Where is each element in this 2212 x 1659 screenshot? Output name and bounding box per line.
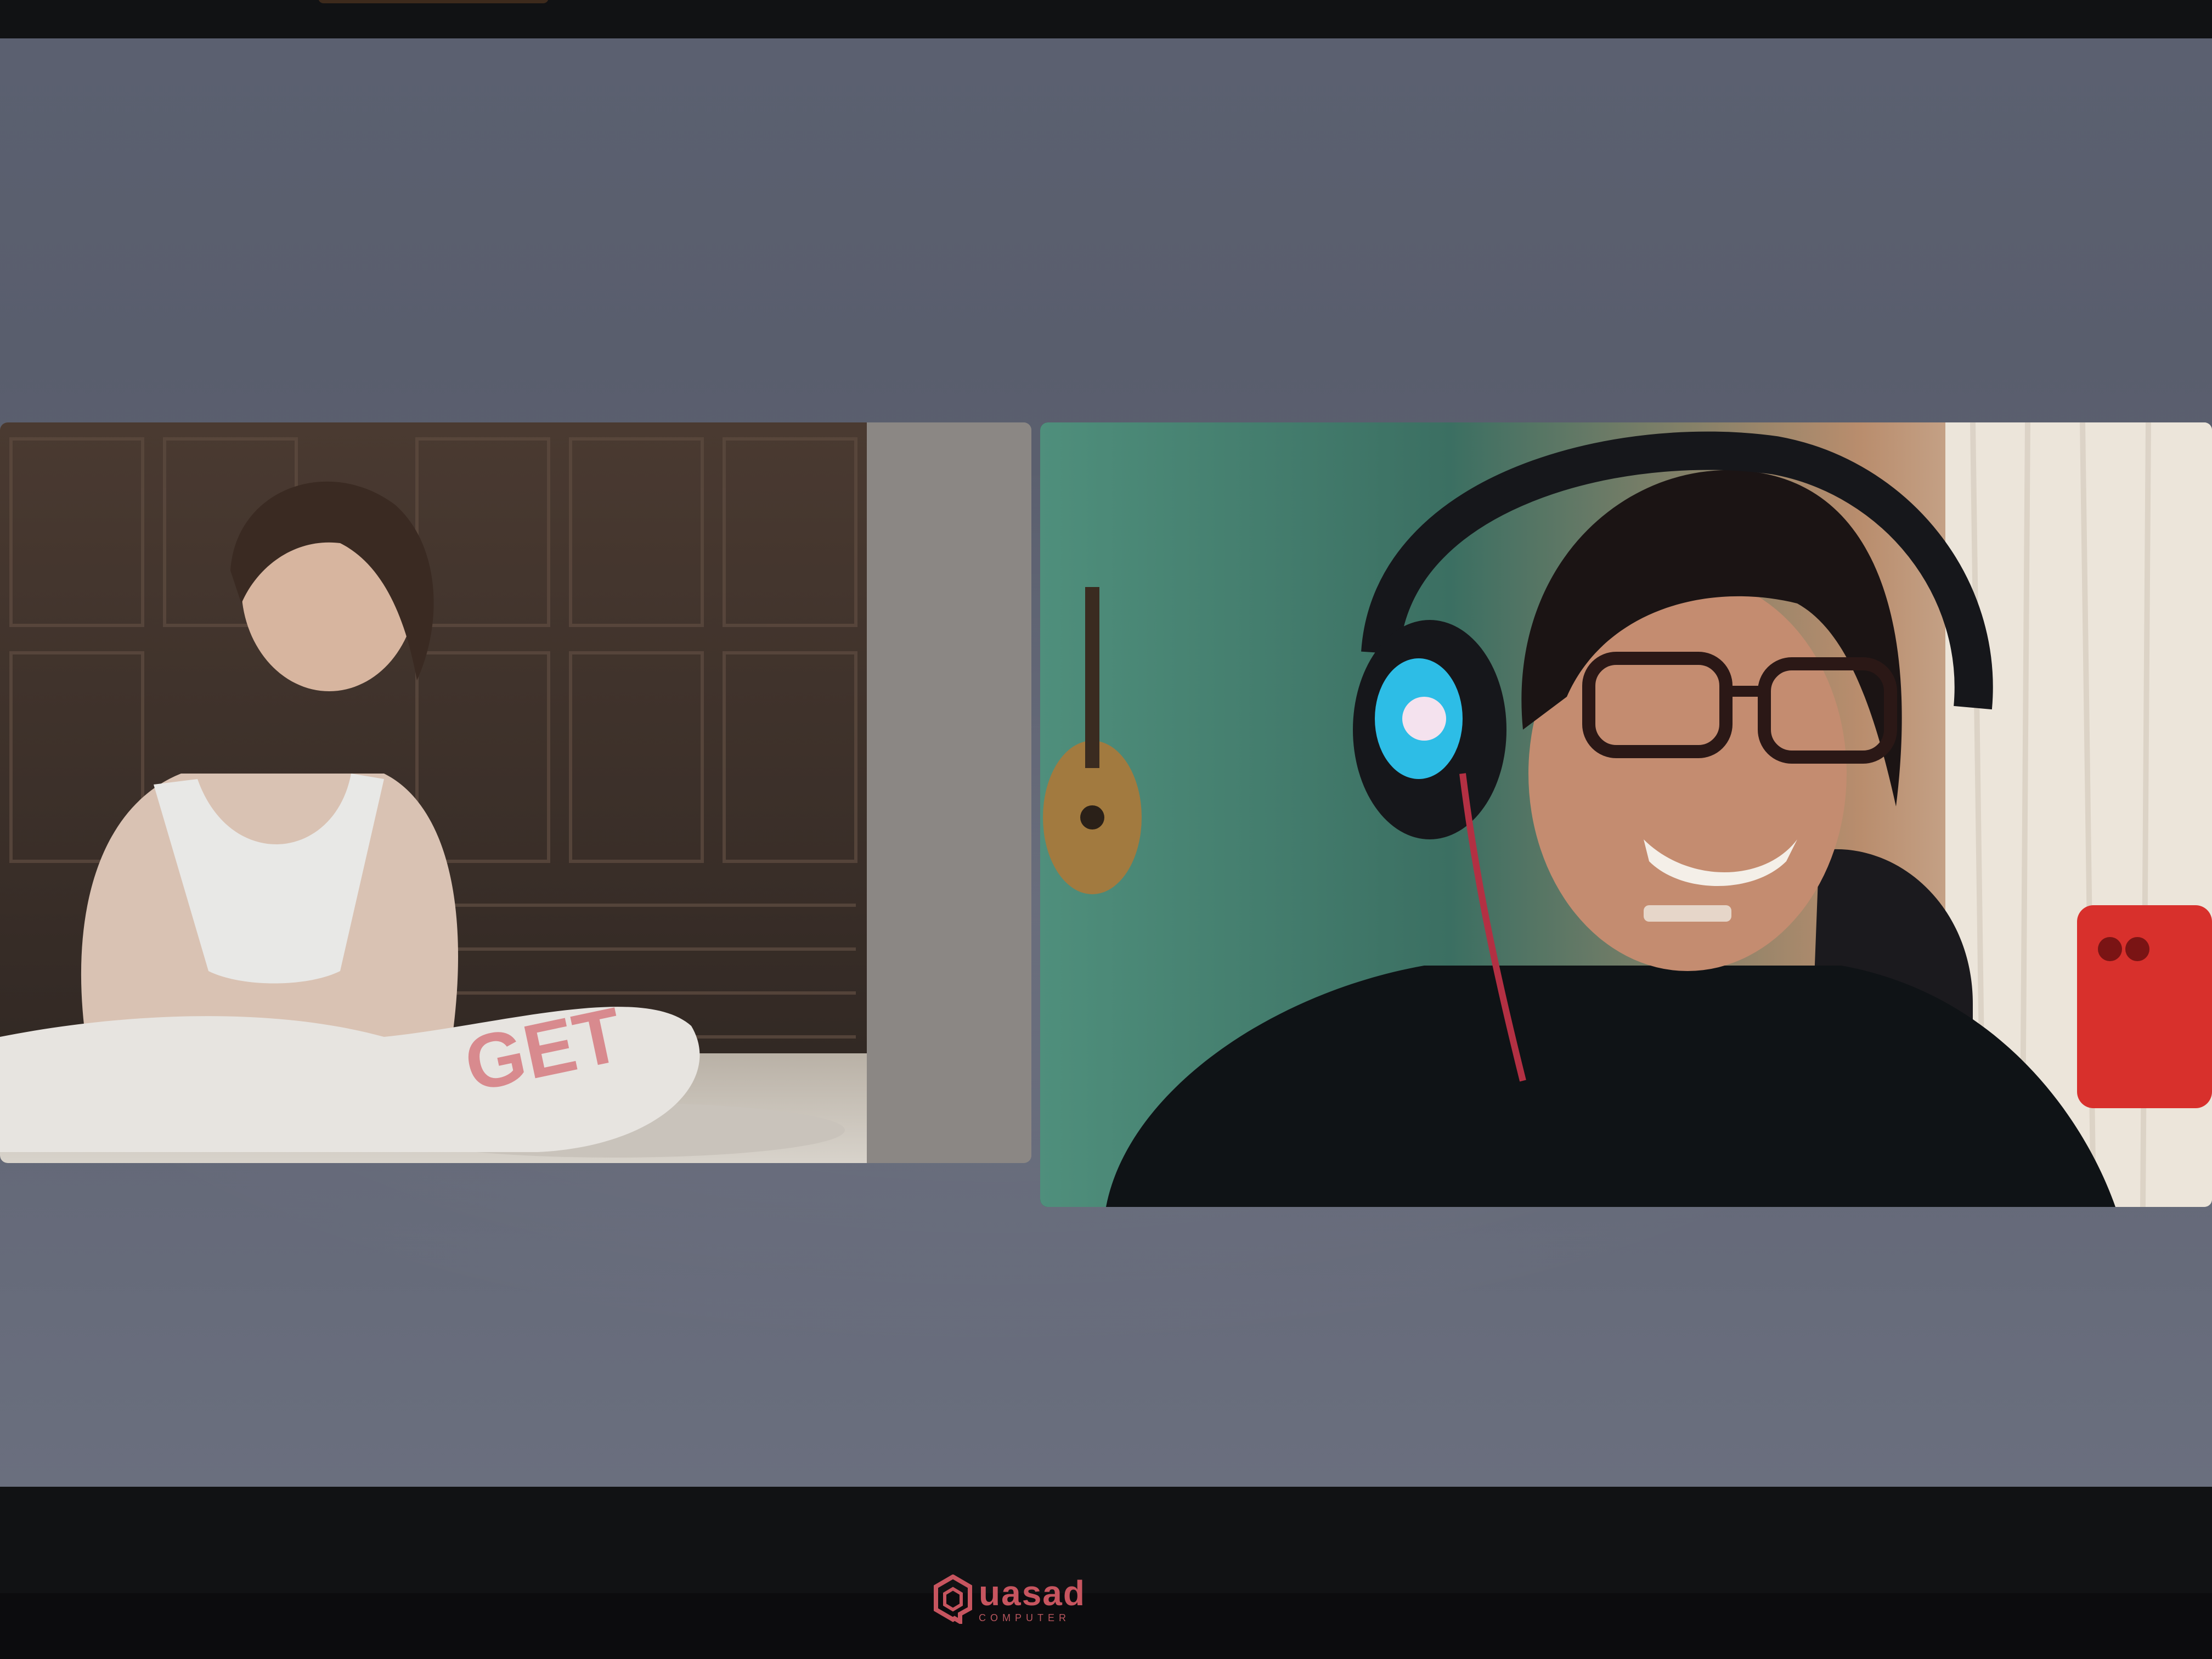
monitor-brand-logo: uasad COMPUTER xyxy=(933,1575,1086,1624)
webcam-housing xyxy=(318,0,549,3)
participant-video-right xyxy=(1040,422,2212,1207)
brand-subtitle: COMPUTER xyxy=(979,1612,1070,1623)
desk-area xyxy=(0,1593,2212,1659)
video-call-screen: GET xyxy=(0,38,2212,1487)
brand-name: uasad xyxy=(979,1573,1086,1613)
participant-video-tile-right[interactable] xyxy=(1040,422,2212,1207)
participant-video-tile-left[interactable]: GET xyxy=(0,422,1031,1163)
participant-video-left: GET xyxy=(0,422,1031,1163)
quasad-logo-icon xyxy=(934,1575,972,1624)
